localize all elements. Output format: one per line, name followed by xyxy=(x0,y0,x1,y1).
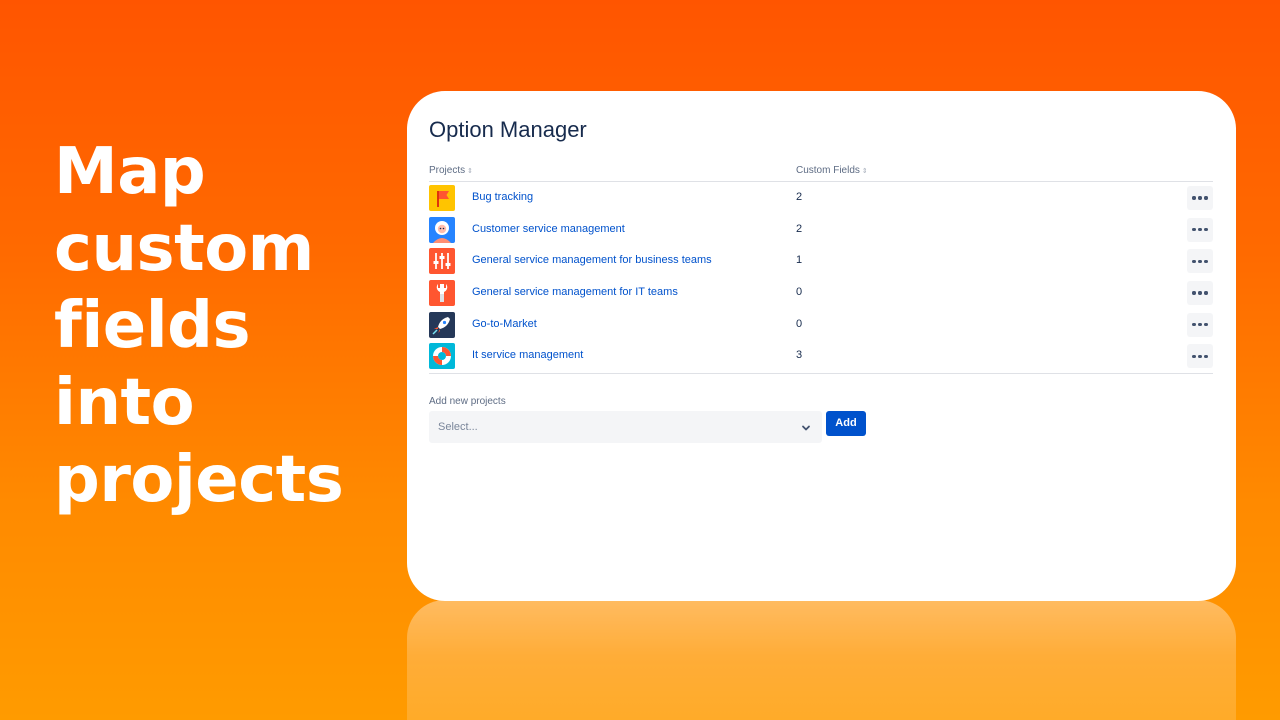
table-header: Projects ⇕ Custom Fields ⇕ xyxy=(429,163,1213,182)
more-horizontal-icon xyxy=(1191,291,1209,295)
custom-field-count: 2 xyxy=(796,222,803,235)
flag-icon xyxy=(429,185,455,211)
add-button[interactable]: Add xyxy=(826,411,866,436)
column-header-custom-fields[interactable]: Custom Fields ⇕ xyxy=(796,165,868,176)
column-header-projects[interactable]: Projects ⇕ xyxy=(429,165,473,176)
more-horizontal-icon xyxy=(1191,323,1209,327)
headline-line: fields into xyxy=(54,289,251,440)
option-manager-panel: Option Manager Projects ⇕ Custom Fields ⇕ … xyxy=(407,91,1236,601)
project-link[interactable]: It service management xyxy=(472,349,583,361)
column-header-label: Custom Fields xyxy=(796,165,860,176)
lifebuoy-icon xyxy=(429,343,455,370)
table-row: Bug tracking 2 xyxy=(429,182,1213,214)
wrench-icon xyxy=(429,280,455,307)
add-projects-label: Add new projects xyxy=(429,396,506,407)
chevron-down-icon xyxy=(802,425,810,431)
avatar-icon xyxy=(429,216,455,243)
column-header-label: Projects xyxy=(429,165,466,176)
sort-icon: ⇕ xyxy=(861,168,868,175)
row-actions-button[interactable] xyxy=(1187,217,1213,242)
more-horizontal-icon xyxy=(1191,259,1209,264)
page-title: Option Manager xyxy=(429,117,587,142)
sort-icon: ⇕ xyxy=(467,168,473,175)
project-link[interactable]: Customer service management xyxy=(472,223,625,235)
custom-field-count: 0 xyxy=(796,286,803,299)
custom-field-count: 0 xyxy=(796,317,803,330)
more-horizontal-icon xyxy=(1191,227,1209,232)
headline-line: projects xyxy=(54,443,344,517)
rocket-icon xyxy=(429,311,455,338)
custom-field-count: 1 xyxy=(796,254,803,267)
select-placeholder: Select... xyxy=(438,421,478,433)
more-horizontal-icon xyxy=(1191,196,1209,200)
table-row: Customer service management 2 xyxy=(429,214,1213,246)
card-reflection xyxy=(407,600,1236,720)
project-select[interactable]: Select... xyxy=(429,411,822,443)
row-actions-button[interactable] xyxy=(1187,344,1213,369)
sliders-icon xyxy=(429,248,455,275)
custom-field-count: 3 xyxy=(796,349,803,362)
hero-headline: Map custom fields into projects xyxy=(54,134,394,519)
project-link[interactable]: Bug tracking xyxy=(472,191,533,203)
projects-table: Bug tracking 2 Customer service manageme… xyxy=(429,182,1213,372)
table-row: It service management 3 xyxy=(429,340,1213,372)
project-link[interactable]: General service management for business … xyxy=(472,254,712,266)
row-actions-button[interactable] xyxy=(1187,312,1213,337)
row-actions-button[interactable] xyxy=(1187,249,1213,274)
table-row: Go-to-Market 0 xyxy=(429,309,1213,341)
custom-field-count: 2 xyxy=(796,191,803,203)
table-divider xyxy=(429,373,1213,374)
table-row: General service management for IT teams … xyxy=(429,277,1213,309)
headline-line: custom xyxy=(54,212,314,286)
more-horizontal-icon xyxy=(1191,354,1209,359)
headline-line: Map xyxy=(54,135,206,209)
row-actions-button[interactable] xyxy=(1187,186,1213,210)
project-link[interactable]: General service management for IT teams xyxy=(472,286,678,298)
table-row: General service management for business … xyxy=(429,245,1213,277)
row-actions-button[interactable] xyxy=(1187,281,1213,306)
project-link[interactable]: Go-to-Market xyxy=(472,318,537,330)
